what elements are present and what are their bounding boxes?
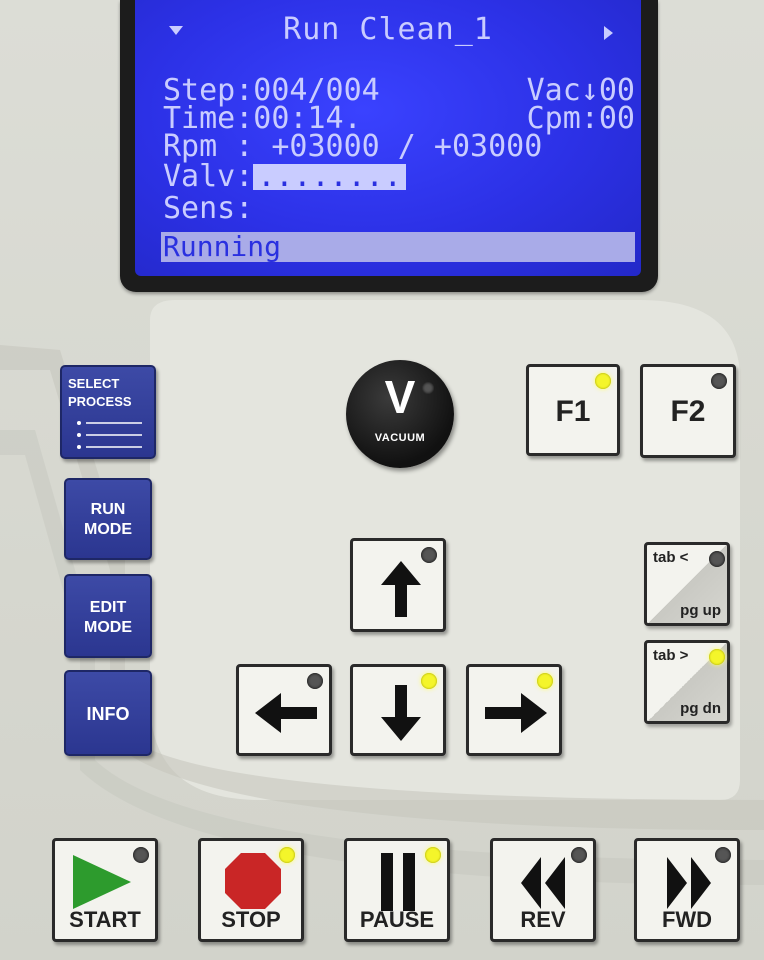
tab-prev-label: tab < — [653, 549, 689, 566]
edit-mode-button[interactable]: EDIT MODE — [64, 574, 152, 658]
fwd-label: FWD — [661, 907, 713, 932]
arrow-right-led — [537, 673, 553, 689]
info-label: INFO — [86, 704, 130, 724]
status-bar: Running — [161, 232, 635, 262]
arrow-up-led — [421, 547, 437, 563]
vacuum-label: VACUUM — [374, 432, 426, 444]
page-up-label: pg up — [680, 602, 721, 619]
f2-label: F2 — [670, 395, 706, 428]
f2-led — [711, 373, 727, 389]
arrow-left-led — [307, 673, 323, 689]
start-label: START — [69, 907, 141, 932]
rewind-icon — [521, 857, 565, 909]
tab-next-led — [709, 649, 725, 665]
arrow-down-led — [421, 673, 437, 689]
pause-led — [425, 847, 441, 863]
f1-label: F1 — [555, 395, 591, 428]
cpm-readout: Cpm:00 — [526, 101, 635, 136]
start-led — [133, 847, 149, 863]
edit-mode-label-1: EDIT — [89, 599, 127, 616]
arrow-up-icon — [381, 561, 421, 617]
play-icon — [73, 855, 131, 909]
valv-value: ........ — [253, 162, 406, 192]
stop-led — [279, 847, 295, 863]
control-panel: Run Clean_1 Step:004/004 Vac↓00 Time:00:… — [0, 0, 764, 960]
rev-led — [571, 847, 587, 863]
rpm-readout: Rpm : +03000 / +03000 — [163, 129, 543, 164]
arrow-down-icon — [381, 685, 421, 741]
f1-led — [595, 373, 611, 389]
page-down-label: pg dn — [680, 700, 721, 717]
rev-label: REV — [520, 907, 566, 932]
display-title: Run Clean_1 — [283, 12, 493, 47]
arrow-down-button[interactable] — [350, 664, 446, 756]
select-process-label-1: SELECT — [68, 376, 120, 391]
pause-icon — [381, 853, 415, 911]
list-icon — [77, 421, 142, 449]
lcd-display: Run Clean_1 Step:004/004 Vac↓00 Time:00:… — [135, 0, 641, 276]
stop-sign-icon — [225, 853, 281, 909]
run-mode-label-2: MODE — [84, 521, 132, 538]
run-mode-label-1: RUN — [90, 501, 126, 518]
run-mode-button[interactable]: RUN MODE — [64, 478, 152, 560]
start-button[interactable]: START — [52, 838, 158, 942]
tab-next-page-down-button[interactable]: tab > pg dn — [644, 640, 730, 724]
tab-prev-page-up-button[interactable]: tab < pg up — [644, 542, 730, 626]
valv-label: Valv: — [163, 159, 254, 194]
vacuum-led — [422, 382, 434, 394]
arrow-right-icon — [485, 693, 547, 733]
stop-button[interactable]: STOP — [198, 838, 304, 942]
fwd-button[interactable]: FWD — [634, 838, 740, 942]
select-process-label-2: PROCESS — [68, 394, 132, 409]
select-process-button[interactable]: SELECT PROCESS — [60, 365, 156, 459]
vacuum-button[interactable]: V VACUUM — [346, 360, 454, 468]
fast-forward-icon — [667, 857, 711, 909]
fwd-led — [715, 847, 731, 863]
f2-button[interactable]: F2 — [640, 364, 736, 458]
vacuum-symbol: V — [384, 371, 416, 423]
arrow-left-icon — [255, 693, 317, 733]
arrow-right-button[interactable] — [466, 664, 562, 756]
f1-button[interactable]: F1 — [526, 364, 620, 456]
arrow-left-button[interactable] — [236, 664, 332, 756]
stop-label: STOP — [221, 907, 281, 932]
tab-prev-led — [709, 551, 725, 567]
tab-next-label: tab > — [653, 647, 689, 664]
info-button[interactable]: INFO — [64, 670, 152, 756]
valv-row: Valv:........ — [163, 162, 641, 192]
rev-button[interactable]: REV — [490, 838, 596, 942]
edit-mode-label-2: MODE — [84, 619, 132, 636]
arrow-up-button[interactable] — [350, 538, 446, 632]
pause-label: PAUSE — [359, 907, 435, 932]
scroll-right-indicator-icon — [604, 26, 613, 40]
pause-button[interactable]: PAUSE — [344, 838, 450, 942]
sens-readout: Sens: — [163, 191, 254, 226]
